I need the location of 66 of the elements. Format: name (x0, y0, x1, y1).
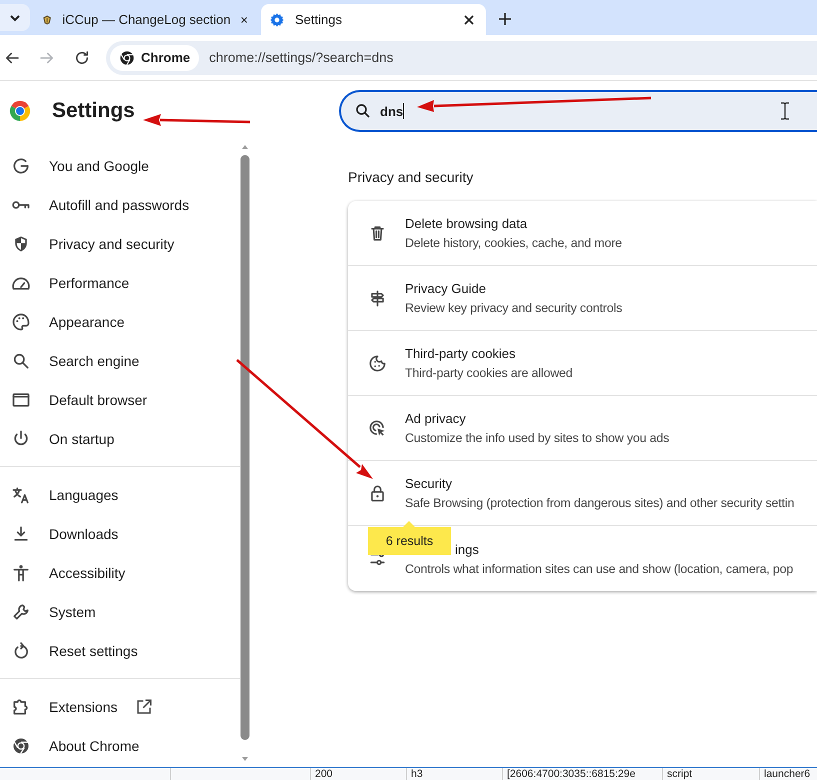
page-title: Settings (52, 98, 135, 122)
sidebar-item[interactable]: Default browser (0, 380, 240, 419)
translate-icon (11, 484, 31, 504)
row-description: Controls what information sites can use and show (location, camera, pop (405, 562, 794, 576)
sidebar-item[interactable]: Performance (0, 263, 240, 302)
row-description: Third-party cookies are allowed (405, 366, 573, 380)
table-cell: h3 (406, 768, 502, 780)
browser-tab[interactable]: iCCup — ChangeLog section (34, 4, 259, 35)
site-chip[interactable]: Chrome (110, 44, 200, 70)
row-title: Security (405, 476, 453, 491)
tab-search-button[interactable] (0, 4, 30, 31)
browser-tab[interactable]: Settings (261, 4, 486, 35)
target-cursor-icon (368, 418, 387, 438)
table-cell: launcher6 (759, 768, 817, 780)
new-tab-icon[interactable] (498, 12, 512, 26)
row-description: Review key privacy and security controls (405, 301, 622, 315)
sidebar-item[interactable]: Accessibility (0, 553, 240, 592)
text-cursor-icon (780, 102, 790, 120)
search-icon (354, 102, 372, 120)
row-title: Privacy Guide (405, 281, 487, 296)
tab-title: iCCup — ChangeLog section (62, 12, 231, 27)
row-title: Ad privacy (405, 411, 467, 426)
trash-icon (368, 224, 387, 242)
sidebar-item[interactable]: Search engine (0, 341, 240, 380)
section-heading: Privacy and security (348, 169, 474, 185)
sidebar-item[interactable]: Extensions (0, 687, 240, 726)
row-title: Third-party cookies (405, 346, 517, 361)
sidebar-item[interactable]: Appearance (0, 302, 240, 341)
table-cell: [2606:4700:3035::6815:29e (502, 768, 662, 780)
accessibility-icon (11, 562, 31, 582)
signpost-icon (368, 288, 387, 308)
sidebar-item[interactable]: System (0, 592, 240, 631)
row-title: ings (455, 542, 480, 556)
address-bar[interactable]: Chrome chrome://settings/?search=dns (106, 40, 817, 74)
close-icon[interactable] (240, 14, 247, 24)
g-icon (11, 156, 31, 176)
callout-pointer (403, 521, 415, 527)
lock-icon (368, 484, 387, 502)
url-text: chrome://settings/?search=dns (209, 50, 394, 65)
row-title: Delete browsing data (405, 216, 528, 231)
chrome-logo-icon (11, 736, 31, 756)
sidebar-item[interactable]: On startup (0, 419, 240, 458)
sidebar-item[interactable]: Privacy and security (0, 224, 240, 263)
sidebar-item[interactable]: Downloads (0, 514, 240, 553)
table-cell: 200 (310, 768, 406, 780)
sidebar-item[interactable]: Languages (0, 475, 240, 514)
close-icon[interactable] (464, 14, 474, 24)
table-cell: script (662, 768, 759, 780)
tab-title: Settings (295, 12, 343, 27)
row-description: Safe Browsing (protection from dangerous sites) and other security settin (405, 496, 794, 510)
sidebar-item[interactable]: About Chrome (0, 726, 240, 765)
chip-label: Chrome (141, 50, 190, 65)
palette-icon (11, 312, 31, 332)
chrome-logo-icon (8, 98, 32, 122)
cookie-icon (368, 354, 387, 372)
gear-icon (269, 12, 285, 28)
results-count-bubble: 6 results (368, 527, 451, 555)
sidebar-item[interactable]: You and Google (0, 146, 240, 185)
wrench-icon (11, 602, 31, 622)
sidebar-item[interactable]: Reset settings (0, 631, 240, 670)
row-description: Customize the info used by sites to show you ads (405, 431, 670, 445)
chrome-logo-icon (119, 50, 135, 66)
reload-icon[interactable] (73, 48, 91, 66)
search-field[interactable]: dns (339, 90, 817, 132)
sidebar-item[interactable]: Autofill and passwords (0, 185, 240, 224)
row-description: Delete history, cookies, cache, and more (405, 236, 622, 250)
